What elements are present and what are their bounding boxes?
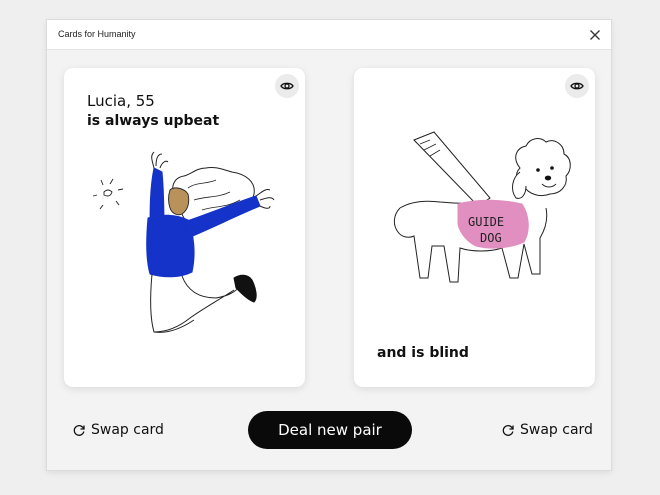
vest-text-guide: GUIDE xyxy=(468,215,504,229)
person-trait: is always upbeat xyxy=(87,113,220,129)
reveal-button[interactable] xyxy=(565,74,589,98)
refresh-icon xyxy=(502,425,514,436)
swap-right-card-button[interactable]: Swap card xyxy=(501,422,593,438)
close-icon xyxy=(590,30,600,40)
swap-right-label: Swap card xyxy=(520,422,593,438)
eye-icon xyxy=(570,82,584,90)
reveal-button[interactable] xyxy=(275,74,299,98)
close-button[interactable] xyxy=(587,27,603,43)
trait-text: and is blind xyxy=(377,345,469,361)
guide-dog-illustration: GUIDE DOG xyxy=(393,131,571,283)
trait-card[interactable]: GUIDE DOG and is blind xyxy=(354,68,595,387)
vest-text-dog: DOG xyxy=(480,231,502,245)
title-bar: Cards for Humanity xyxy=(47,20,611,50)
swap-left-label: Swap card xyxy=(91,422,164,438)
window-title: Cards for Humanity xyxy=(58,29,136,39)
person-name: Lucia, 55 xyxy=(87,92,155,110)
app-window: Cards for Humanity Lucia, 55 is always u… xyxy=(46,19,612,471)
jumping-woman-illustration xyxy=(92,151,275,333)
swap-left-card-button[interactable]: Swap card xyxy=(72,422,164,438)
deal-new-pair-button[interactable]: Deal new pair xyxy=(248,411,412,449)
person-card[interactable]: Lucia, 55 is always upbeat xyxy=(64,68,305,387)
eye-icon xyxy=(280,82,294,90)
refresh-icon xyxy=(73,425,85,436)
